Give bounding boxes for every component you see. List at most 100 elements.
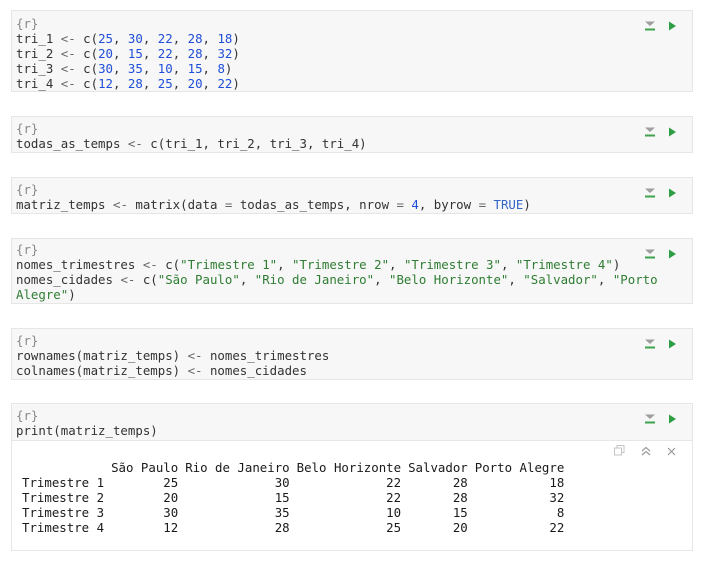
chunk-options-icon[interactable] — [644, 184, 656, 198]
chunk-options-icon[interactable] — [644, 123, 656, 137]
corner-cell — [22, 460, 104, 475]
code-token: 22 — [157, 31, 173, 46]
code-line: nomes_trimestres <- c("Trimestre 1", "Tr… — [16, 257, 692, 272]
code-token: c( — [83, 76, 99, 91]
code-token: <- — [127, 136, 151, 151]
code-chunk-1[interactable]: {r} tri_1 <- c(25, 30, 22, 28, 18) tri_2 <… — [11, 10, 693, 92]
code-token: = — [396, 197, 412, 212]
code-token: 28 — [127, 76, 143, 91]
code-token: "Belo Horizonte" — [389, 272, 509, 287]
code-token: "Rio de Janeiro" — [254, 272, 375, 287]
chunk-code[interactable]: {r} todas_as_temps <- c(tri_1, tri_2, tri… — [12, 121, 692, 151]
code-chunk-4[interactable]: {r} nomes_trimestres <- c("Trimestre 1", … — [11, 238, 693, 304]
chunk-header: {r} — [16, 242, 39, 257]
code-line: matriz_temps <- matrix(data = todas_as_t… — [16, 197, 692, 212]
cell-value: 20 — [163, 490, 179, 505]
cell-value: 30 — [274, 475, 290, 490]
chunk-code[interactable]: {r} print(matriz_temps) — [12, 408, 692, 438]
code-token: , — [142, 46, 158, 61]
run-chunk-icon[interactable] — [666, 410, 678, 424]
chunk-header: {r} — [16, 16, 39, 31]
run-chunk-icon[interactable] — [666, 123, 678, 137]
code-token: ) — [68, 287, 76, 302]
chunk-code[interactable]: {r} rownames(matriz_temps) <- nomes_trime… — [12, 333, 692, 378]
chunk-code[interactable]: {r} nomes_trimestres <- c("Trimestre 1", … — [12, 242, 692, 302]
cell-value: 20 — [452, 520, 468, 535]
code-token: print(matriz_temps) — [16, 423, 158, 438]
cell-value: 25 — [163, 475, 179, 490]
run-chunk-icon[interactable] — [666, 245, 678, 259]
chunk-header: {r} — [16, 408, 39, 423]
cell-value: 12 — [163, 520, 179, 535]
code-token: c( — [165, 257, 181, 272]
code-token: , — [113, 31, 128, 46]
code-token: 18 — [217, 31, 233, 46]
chunk-options-icon[interactable] — [644, 17, 656, 31]
run-chunk-icon[interactable] — [666, 17, 678, 31]
code-token: 30 — [127, 31, 143, 46]
code-token: , — [142, 31, 158, 46]
cell-value: 28 — [274, 520, 290, 535]
code-token: , — [389, 257, 404, 272]
code-token: <- — [60, 46, 84, 61]
code-token: ) — [232, 46, 240, 61]
chunk-code[interactable]: {r} matriz_temps <- matrix(data = todas_a… — [12, 182, 692, 212]
code-token: rownames(matriz_temps) — [16, 348, 188, 363]
chunk-options-icon[interactable] — [644, 335, 656, 349]
chunk-output: São Paulo Rio de Janeiro Belo Horizonte Sal… — [11, 441, 693, 551]
output-matrix: São Paulo Rio de Janeiro Belo Horizonte Sal… — [22, 460, 564, 535]
code-line: tri_2 <- c(20, 15, 22, 28, 32) — [16, 46, 692, 61]
code-chunk-6[interactable]: {r} print(matriz_temps) — [11, 403, 693, 441]
cell-value: 8 — [556, 505, 565, 520]
code-token: tri_3 — [16, 61, 61, 76]
code-token: , — [172, 31, 188, 46]
code-chunk-2[interactable]: {r} todas_as_temps <- c(tri_1, tri_2, tri… — [11, 116, 693, 153]
clear-output-icon[interactable] — [667, 445, 676, 459]
code-chunk-3[interactable]: {r} matriz_temps <- matrix(data = todas_a… — [11, 177, 693, 214]
code-token: , — [239, 272, 255, 287]
code-line: nomes_cidades <- c("São Paulo", "Rio de … — [16, 272, 692, 287]
run-chunk-icon[interactable] — [666, 335, 678, 349]
chunk-options-icon[interactable] — [644, 245, 656, 259]
code-token: , — [113, 61, 128, 76]
copy-output-icon[interactable] — [614, 445, 625, 459]
code-token: ) — [224, 61, 233, 76]
cell-value: 10 — [386, 505, 402, 520]
code-token: , — [202, 61, 218, 76]
cell-value: 15 — [452, 505, 468, 520]
code-token: ) — [232, 31, 240, 46]
code-token: , — [113, 46, 128, 61]
collapse-output-icon[interactable] — [641, 445, 651, 459]
code-token: "Porto — [612, 272, 658, 287]
column-header: Porto Alegre — [474, 460, 565, 475]
code-line: tri_3 <- c(30, 35, 10, 15, 8) — [16, 61, 692, 76]
chunk-code[interactable]: {r} tri_1 <- c(25, 30, 22, 28, 18) tri_2 <… — [12, 16, 692, 91]
row-name: Trimestre 2 — [22, 490, 105, 505]
chunk-header: {r} — [16, 182, 39, 197]
code-token: "São Paulo" — [157, 272, 240, 287]
code-token: = — [224, 197, 240, 212]
code-token: , — [172, 46, 188, 61]
cell-value: 28 — [452, 475, 468, 490]
run-chunk-icon[interactable] — [666, 184, 678, 198]
code-token: , — [142, 76, 158, 91]
code-token: , — [277, 257, 293, 272]
code-line: print(matriz_temps) — [16, 423, 692, 438]
row-name: Trimestre 1 — [22, 475, 105, 490]
code-line: Alegre") — [16, 287, 692, 302]
row-name: Trimestre 4 — [22, 520, 105, 535]
chunk-options-icon[interactable] — [644, 410, 656, 424]
code-chunk-5[interactable]: {r} rownames(matriz_temps) <- nomes_trime… — [11, 328, 693, 380]
code-token: , — [142, 61, 158, 76]
code-token: tri_1 — [16, 31, 61, 46]
code-token: , — [113, 76, 128, 91]
row-name: Trimestre 3 — [22, 505, 105, 520]
code-token: 4 — [411, 197, 419, 212]
code-token: <- — [60, 76, 84, 91]
code-token: c( — [83, 61, 99, 76]
cell-value: 32 — [549, 490, 565, 505]
code-token: 12 — [98, 76, 113, 91]
code-token: = — [478, 197, 494, 212]
code-token: 8 — [217, 61, 225, 76]
code-token: 30 — [98, 61, 113, 76]
